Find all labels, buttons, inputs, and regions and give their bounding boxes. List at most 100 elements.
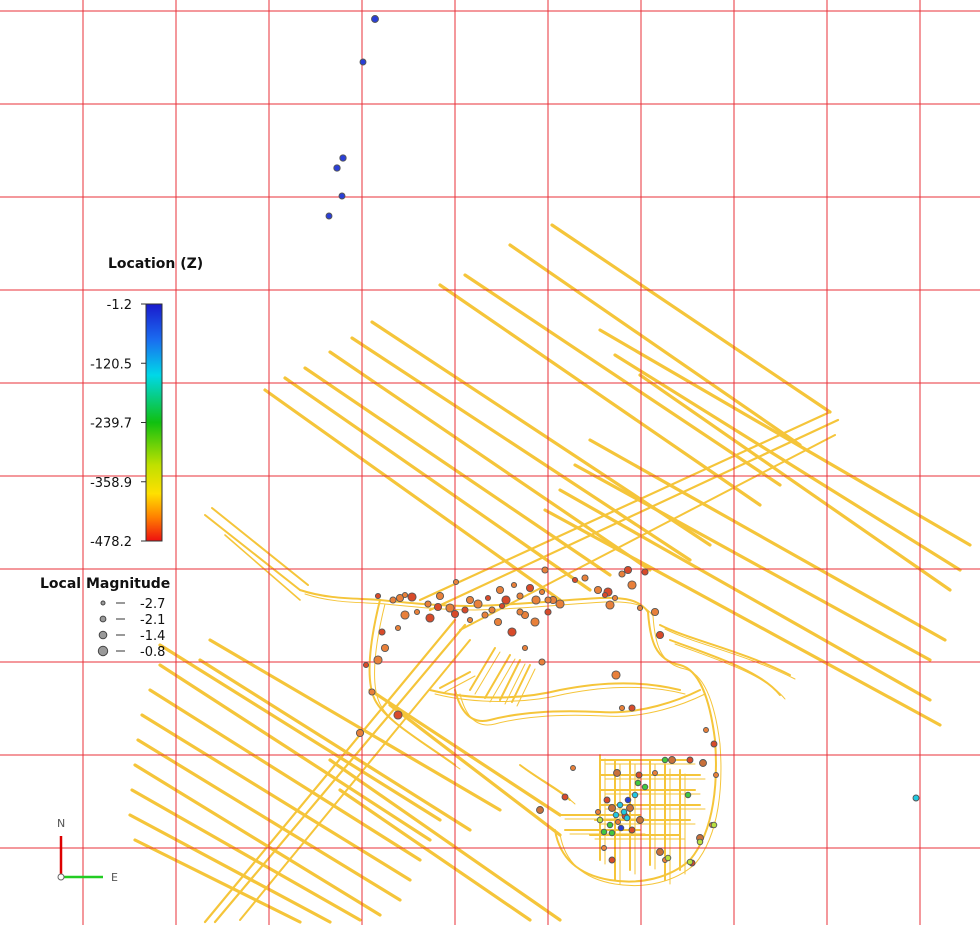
seismic-event-marker [650, 607, 660, 617]
seismic-event-marker [600, 828, 608, 836]
seismic-event-marker [493, 617, 503, 627]
seismic-event-marker [611, 670, 621, 680]
magnitude-size-icon [100, 600, 106, 606]
seismic-event-marker [605, 600, 615, 610]
seismic-event-marker [495, 585, 505, 595]
seismic-event-marker [620, 808, 628, 816]
tunnel-drift [459, 434, 836, 631]
tunnel-drift [388, 703, 562, 837]
seismic-event-marker [710, 740, 718, 748]
seismic-event-marker [652, 770, 658, 776]
seismic-event-marker [339, 154, 347, 162]
tunnel-drift [613, 353, 962, 572]
seismic-event-marker [401, 591, 409, 599]
magnitude-size-icon [99, 615, 107, 623]
seismic-event-marker [407, 592, 417, 602]
seismic-event-marker [373, 655, 383, 665]
tunnel-drift [283, 376, 592, 592]
seismic-event-marker [359, 58, 367, 66]
seismic-event-marker [628, 704, 636, 712]
seismic-event-marker [668, 756, 676, 764]
tunnel-drift [463, 273, 782, 487]
seismic-event-marker [608, 856, 616, 864]
seismic-event-marker [641, 568, 649, 576]
seismic-event-marker [601, 845, 607, 851]
seismic-event-marker [664, 854, 672, 862]
tunnel-drift [328, 758, 562, 922]
seismic-event-marker [624, 796, 632, 804]
seismic-event-marker [435, 591, 445, 601]
seismic-event-marker [389, 596, 397, 604]
seismic-event-marker [541, 566, 549, 574]
depth-tick-label: -120.5 [90, 357, 132, 372]
seismic-event-marker [374, 592, 382, 600]
seismic-event-marker [628, 826, 636, 834]
seismic-event-marker [461, 606, 469, 614]
tunnel-drift [559, 615, 722, 887]
seismic-event-marker [378, 628, 386, 636]
seismic-event-marker [603, 796, 611, 804]
tunnel-drift [204, 514, 301, 591]
seismic-event-map[interactable]: Location (Z) -1.2 -120.5 -239.7 -358.9 -478.… [0, 0, 980, 925]
seismic-event-marker [525, 583, 535, 593]
seismic-event-marker [466, 616, 474, 624]
seismic-event-marker [371, 15, 379, 23]
seismic-event-marker [570, 765, 576, 771]
east-label: E [111, 871, 118, 884]
seismic-event-marker [425, 613, 435, 623]
seismic-event-marker [450, 609, 460, 619]
seismic-event-marker [393, 710, 403, 720]
depth-tick-label: -358.9 [90, 476, 132, 491]
seismic-event-marker [617, 824, 625, 832]
seismic-event-marker [544, 608, 552, 616]
seismic-event-marker [516, 592, 524, 600]
tunnel-drift [459, 693, 706, 726]
seismic-event-marker [661, 756, 669, 764]
seismic-event-marker [627, 580, 637, 590]
seismic-event-marker [618, 570, 626, 578]
seismic-event-marker [362, 661, 370, 669]
seismic-event-marker [686, 756, 694, 764]
tunnel-drift [239, 639, 471, 921]
seismic-event-marker [433, 602, 443, 612]
seismic-event-marker [498, 602, 506, 610]
tunnel-drift [598, 328, 972, 547]
seismic-event-marker [507, 627, 517, 637]
tunnel-drift [158, 643, 442, 822]
compass-origin-icon [57, 873, 65, 881]
seismic-event-marker [656, 848, 664, 856]
seismic-event-marker [636, 816, 644, 824]
tunnel-drift [573, 463, 932, 662]
seismic-event-marker [538, 658, 546, 666]
compass: N E [57, 817, 118, 884]
seismic-event-marker [684, 791, 692, 799]
seismic-event-marker [571, 576, 579, 584]
depth-tick-label: -478.2 [90, 535, 132, 550]
seismic-event-marker [488, 606, 496, 614]
seismic-event-marker [510, 581, 518, 589]
seismic-event-marker [912, 794, 920, 802]
seismic-event-marker [531, 595, 541, 605]
depth-color-bar [145, 303, 163, 542]
seismic-event-marker [612, 811, 620, 819]
seismic-event-marker [615, 819, 621, 825]
seismic-event-marker [581, 574, 589, 582]
seismic-event-marker [593, 585, 603, 595]
seismic-event-marker [413, 608, 421, 616]
seismic-event-marker [623, 814, 631, 822]
seismic-event-marker [481, 611, 489, 619]
seismic-event-marker [606, 821, 614, 829]
seismic-event-marker [699, 759, 707, 767]
seismic-event-marker [561, 793, 569, 801]
magnitude-label: -0.8 [140, 645, 165, 660]
seismic-event-marker [355, 728, 365, 738]
tunnel-drift [303, 366, 612, 577]
location-legend: Location (Z) -1.2 -120.5 -239.7 -358.9 -478.… [90, 256, 203, 550]
magnitude-label: -2.7 [140, 597, 165, 612]
north-label: N [57, 817, 65, 830]
location-legend-title: Location (Z) [108, 256, 203, 272]
magnitude-label: -1.4 [140, 629, 165, 644]
seismic-event-marker [641, 783, 649, 791]
tunnel-drift [203, 618, 457, 924]
seismic-event-marker [631, 791, 639, 799]
